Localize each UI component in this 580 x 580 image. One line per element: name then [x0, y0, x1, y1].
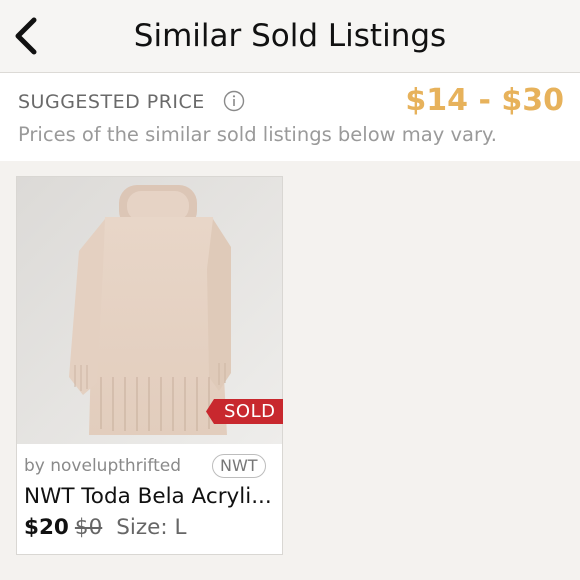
price-disclaimer: Prices of the similar sold listings belo… [18, 123, 497, 146]
price-row: $20 $0 Size: L [24, 515, 186, 540]
listing-title[interactable]: NWT Toda Bela Acryli... [24, 484, 279, 509]
sold-label: SOLD [224, 401, 276, 422]
listing-card[interactable]: by novelupthrifted NWT NWT Toda Bela Acr… [16, 176, 283, 555]
listing-size: Size: L [116, 515, 187, 540]
suggested-price-panel: SUGGESTED PRICE $14 - $30 Prices of the … [0, 73, 580, 161]
listing-price: $20 [24, 515, 69, 540]
info-icon[interactable] [223, 90, 245, 112]
original-price: $0 [74, 515, 103, 540]
seller-name[interactable]: by novelupthrifted [24, 456, 181, 476]
suggested-price-label: SUGGESTED PRICE [18, 91, 205, 113]
suggested-price-range: $14 - $30 [405, 83, 564, 118]
condition-badge: NWT [212, 454, 266, 478]
page-title: Similar Sold Listings [133, 18, 447, 54]
top-bar: Similar Sold Listings [0, 0, 580, 73]
